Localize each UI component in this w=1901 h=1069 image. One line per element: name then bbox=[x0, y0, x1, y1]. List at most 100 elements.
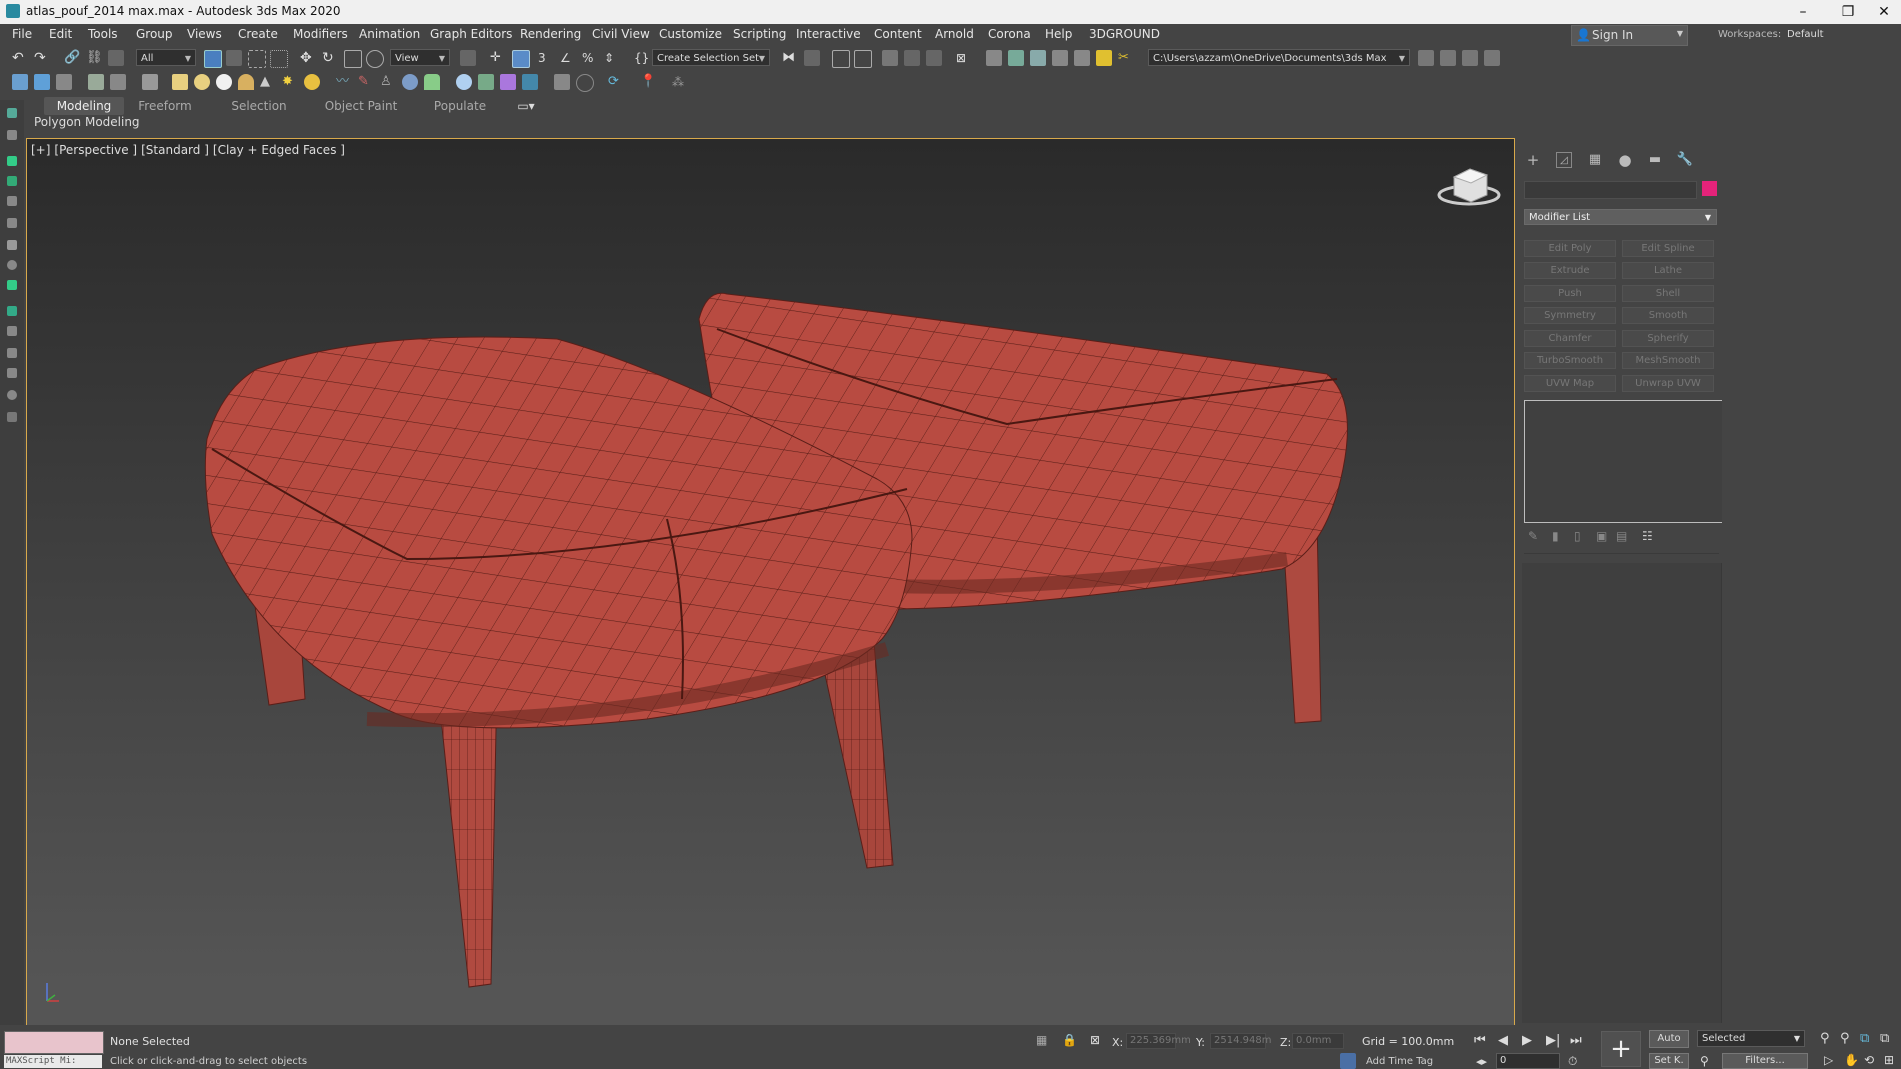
select-object-icon[interactable] bbox=[204, 50, 222, 68]
corona-material-icon[interactable] bbox=[522, 74, 538, 90]
proxy-icon[interactable] bbox=[500, 74, 516, 90]
mod-meshsmooth-button[interactable]: MeshSmooth bbox=[1622, 352, 1714, 369]
restore-button[interactable]: ❐ bbox=[1830, 2, 1866, 22]
play-icon[interactable]: ▶ bbox=[1522, 1033, 1532, 1048]
modify-icon[interactable]: ◿ bbox=[1556, 152, 1572, 168]
scene-icon[interactable] bbox=[12, 74, 28, 90]
layer-icon[interactable] bbox=[34, 74, 50, 90]
object-tool-icon[interactable] bbox=[7, 306, 17, 316]
toggle-layout-icon[interactable] bbox=[7, 130, 17, 140]
refresh-icon[interactable]: ⟳ bbox=[608, 74, 624, 90]
spinner-snap-icon[interactable]: ⇕ bbox=[604, 50, 620, 66]
menu-group[interactable]: Group bbox=[136, 27, 173, 41]
configure-modifier-sets-icon[interactable]: ☷ bbox=[1642, 529, 1656, 543]
hierarchy-icon[interactable]: ▦ bbox=[1586, 152, 1604, 168]
modifier-stack[interactable] bbox=[1524, 400, 1723, 523]
sphere-primitive-icon[interactable] bbox=[216, 74, 232, 90]
spline-icon[interactable]: 〰 bbox=[336, 74, 352, 90]
ribbon-tab-populate[interactable]: Populate bbox=[424, 97, 496, 115]
freeform-tool-icon[interactable] bbox=[7, 280, 17, 290]
maximize-viewport-icon[interactable]: ⊞ bbox=[1884, 1053, 1894, 1067]
menu-scripting[interactable]: Scripting bbox=[733, 27, 786, 41]
menu-create[interactable]: Create bbox=[238, 27, 278, 41]
menu-help[interactable]: Help bbox=[1045, 27, 1072, 41]
select-and-manipulate-icon[interactable]: ✛ bbox=[490, 50, 506, 66]
absolute-mode-icon[interactable]: ⊠ bbox=[1090, 1032, 1106, 1048]
menu-modifiers[interactable]: Modifiers bbox=[293, 27, 348, 41]
mod-symmetry-button[interactable]: Symmetry bbox=[1524, 307, 1616, 324]
field-of-view-icon[interactable]: ▷ bbox=[1824, 1053, 1833, 1067]
time-tag-icon[interactable] bbox=[1340, 1053, 1356, 1069]
menu-tools[interactable]: Tools bbox=[88, 27, 118, 41]
menu-corona[interactable]: Corona bbox=[988, 27, 1031, 41]
menu-animation[interactable]: Animation bbox=[359, 27, 420, 41]
scatter-icon[interactable] bbox=[478, 74, 494, 90]
ribbon-tab-object-paint[interactable]: Object Paint bbox=[316, 97, 406, 115]
a360-gallery-icon[interactable] bbox=[1074, 50, 1090, 66]
pin-stack-icon[interactable]: ✎ bbox=[1528, 529, 1542, 543]
object-name-field[interactable] bbox=[1524, 181, 1697, 199]
rotate-tool-icon[interactable] bbox=[7, 390, 17, 400]
zoom-extents-icon[interactable]: ⧉ bbox=[1860, 1031, 1869, 1046]
named-selection-set-dropdown[interactable]: Create Selection Set ▼ bbox=[652, 49, 770, 66]
menu-civil-view[interactable]: Civil View bbox=[592, 27, 650, 41]
render-in-cloud-icon[interactable] bbox=[1052, 50, 1068, 66]
current-frame-field[interactable]: 0 bbox=[1496, 1053, 1560, 1069]
sign-in-dropdown[interactable]: 👤 Sign In ▼ bbox=[1571, 25, 1688, 46]
material-editor-icon[interactable]: ⊠ bbox=[956, 50, 972, 66]
angle-snap-icon[interactable]: ∠ bbox=[560, 50, 576, 66]
create-project-icon[interactable] bbox=[1484, 50, 1500, 66]
misc-tool-icon[interactable] bbox=[7, 412, 17, 422]
edit-tool-icon[interactable] bbox=[7, 240, 17, 250]
mod-smooth-button[interactable]: Smooth bbox=[1622, 307, 1714, 324]
mod-shell-button[interactable]: Shell bbox=[1622, 285, 1714, 302]
key-filters-button[interactable]: Filters... bbox=[1722, 1053, 1808, 1069]
toggle-ribbon-icon[interactable] bbox=[882, 50, 898, 66]
snapshot-icon[interactable] bbox=[110, 74, 126, 90]
utilities-icon[interactable]: 🔧 bbox=[1676, 152, 1694, 168]
cylinder-primitive-icon[interactable] bbox=[194, 74, 210, 90]
ribbon-tab-modeling[interactable]: Modeling bbox=[44, 97, 124, 115]
render-production-icon[interactable] bbox=[1030, 50, 1046, 66]
isolate-selection-icon[interactable]: ▦ bbox=[1036, 1032, 1052, 1048]
menu-interactive[interactable]: Interactive bbox=[796, 27, 861, 41]
xref-icon[interactable] bbox=[88, 74, 104, 90]
undo-icon[interactable]: ↶ bbox=[12, 50, 28, 66]
render-sphere-icon[interactable] bbox=[456, 74, 472, 90]
redo-icon[interactable]: ↷ bbox=[34, 50, 50, 66]
selection-lock-icon[interactable]: 🔒 bbox=[1062, 1032, 1078, 1048]
help-circle-icon[interactable] bbox=[576, 74, 594, 92]
move-icon[interactable]: ✥ bbox=[300, 50, 316, 66]
box-primitive-icon[interactable] bbox=[172, 74, 188, 90]
torus-primitive-icon[interactable] bbox=[238, 74, 254, 90]
cone-primitive-icon[interactable]: ▲ bbox=[260, 74, 276, 90]
menu-3dground[interactable]: 3DGROUND bbox=[1089, 27, 1160, 41]
select-by-name-icon[interactable] bbox=[226, 50, 242, 66]
transform-tool-icon[interactable] bbox=[7, 326, 17, 336]
window-crossing-icon[interactable] bbox=[270, 50, 288, 68]
schematic-view-icon[interactable] bbox=[926, 50, 942, 66]
go-to-end-icon[interactable]: ⏭ bbox=[1570, 1033, 1582, 1048]
menu-graph-editors[interactable]: Graph Editors bbox=[430, 27, 512, 41]
layout-tab-icon[interactable] bbox=[7, 108, 17, 118]
maxscript-mini-listener[interactable]: MAXScript Mi: bbox=[4, 1055, 102, 1068]
mirror-icon[interactable]: ⧓ bbox=[782, 50, 798, 66]
options-icon[interactable]: ⁂ bbox=[672, 74, 688, 90]
auto-key-button[interactable]: Auto bbox=[1649, 1030, 1689, 1048]
ribbon-tab-selection[interactable]: Selection bbox=[224, 97, 294, 115]
mod-unwrap-uvw-button[interactable]: Unwrap UVW bbox=[1622, 375, 1714, 392]
unlink-icon[interactable]: ⛓ bbox=[86, 50, 103, 66]
particle-icon[interactable] bbox=[402, 74, 418, 90]
mod-edit-spline-button[interactable]: Edit Spline bbox=[1622, 240, 1714, 257]
zoom-extents-all-icon[interactable]: ⧉ bbox=[1880, 1031, 1889, 1046]
menu-content[interactable]: Content bbox=[874, 27, 922, 41]
menu-views[interactable]: Views bbox=[187, 27, 222, 41]
make-unique-icon[interactable]: ▯ bbox=[1574, 529, 1588, 543]
scale-icon[interactable] bbox=[344, 50, 362, 68]
remove-modifier-icon[interactable]: ▣ bbox=[1596, 529, 1610, 543]
pivot-center-icon[interactable] bbox=[460, 50, 476, 66]
close-button[interactable]: ✕ bbox=[1866, 2, 1901, 22]
menu-rendering[interactable]: Rendering bbox=[520, 27, 581, 41]
bone-icon[interactable]: ✎ bbox=[358, 74, 374, 90]
ribbon-tab-freeform[interactable]: Freeform bbox=[130, 97, 200, 115]
